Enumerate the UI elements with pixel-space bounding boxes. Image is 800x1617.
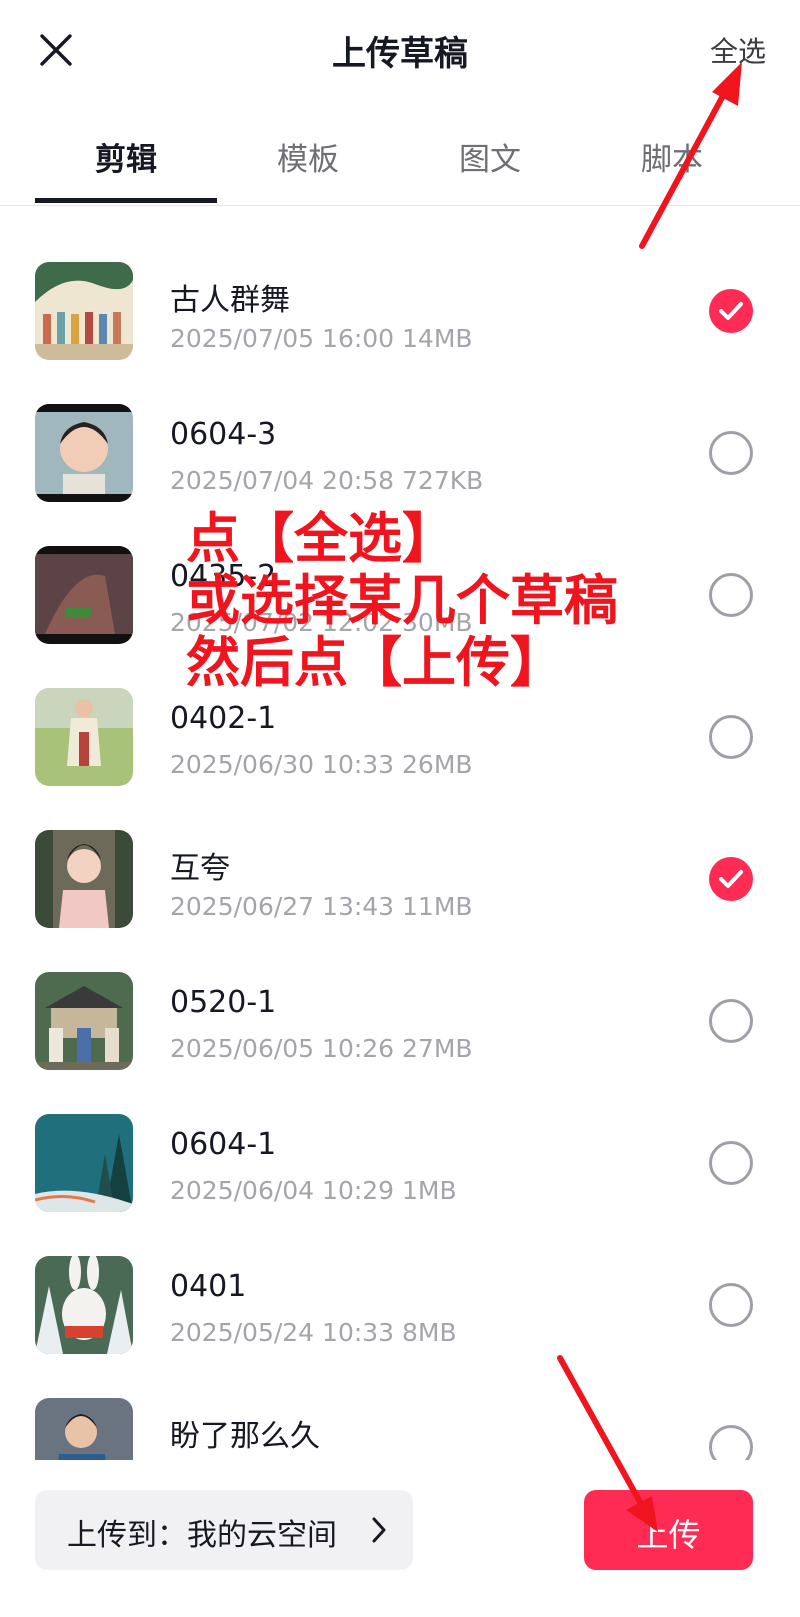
- draft-list: 古人群舞 2025/07/05 16:00 14MB 0604-3 2025/0…: [0, 212, 800, 1460]
- select-all-button[interactable]: 全选: [710, 30, 766, 70]
- upload-destination-button[interactable]: 上传到：我的云空间: [35, 1490, 413, 1570]
- select-checkbox[interactable]: [709, 1425, 753, 1460]
- draft-title: 0604-1: [170, 1127, 277, 1162]
- active-tab-indicator: [35, 198, 217, 203]
- select-checkbox[interactable]: [709, 857, 753, 901]
- draft-thumbnail: [35, 404, 133, 502]
- draft-title: 互夸: [170, 851, 230, 886]
- tab-template[interactable]: 模板: [217, 134, 399, 179]
- draft-title: 0520-1: [170, 985, 277, 1020]
- draft-thumbnail: [35, 1398, 133, 1460]
- draft-meta: 2025/06/30 10:33 26MB: [170, 750, 473, 779]
- draft-thumbnail: [35, 262, 133, 360]
- select-checkbox[interactable]: [709, 715, 753, 759]
- draft-thumbnail: [35, 688, 133, 786]
- draft-title: 0604-3: [170, 417, 277, 452]
- draft-thumbnail: [35, 1256, 133, 1354]
- top-bar: 上传草稿 全选: [0, 0, 800, 100]
- draft-thumbnail: [35, 546, 133, 644]
- close-icon: [40, 34, 72, 66]
- draft-title: 0401: [170, 1269, 247, 1304]
- draft-item[interactable]: 0604-1 2025/06/04 10:29 1MB: [0, 1064, 800, 1212]
- draft-meta: 2025/06/04 10:29 1MB: [170, 1176, 457, 1205]
- page-title: 上传草稿: [332, 34, 468, 74]
- draft-title: 0435-2: [170, 559, 277, 594]
- draft-item[interactable]: 盼了那么久: [0, 1348, 800, 1460]
- checkmark-icon: [719, 870, 743, 888]
- tab-edit[interactable]: 剪辑: [35, 134, 217, 179]
- draft-meta: 2025/06/27 13:43 11MB: [170, 892, 473, 921]
- draft-item[interactable]: 0604-3 2025/07/04 20:58 727KB: [0, 354, 800, 502]
- select-checkbox[interactable]: [709, 1283, 753, 1327]
- draft-title: 古人群舞: [170, 283, 290, 318]
- draft-type-tabs: 剪辑 模板 图文 脚本: [0, 110, 800, 206]
- upload-button-label: 上传: [636, 1516, 701, 1554]
- checkmark-icon: [719, 302, 743, 320]
- close-button[interactable]: [30, 24, 82, 76]
- draft-meta: 2025/05/24 10:33 8MB: [170, 1318, 457, 1347]
- draft-item[interactable]: 0402-1 2025/06/30 10:33 26MB: [0, 638, 800, 786]
- draft-thumbnail: [35, 830, 133, 928]
- select-checkbox[interactable]: [709, 431, 753, 475]
- draft-item[interactable]: 0435-2 2025/07/02 12:02 30MB: [0, 496, 800, 644]
- draft-meta: 2025/06/05 10:26 27MB: [170, 1034, 473, 1063]
- select-checkbox[interactable]: [709, 1141, 753, 1185]
- select-checkbox[interactable]: [709, 289, 753, 333]
- select-checkbox[interactable]: [709, 999, 753, 1043]
- draft-item[interactable]: 0401 2025/05/24 10:33 8MB: [0, 1206, 800, 1354]
- draft-item[interactable]: 0520-1 2025/06/05 10:26 27MB: [0, 922, 800, 1070]
- draft-thumbnail: [35, 1114, 133, 1212]
- draft-meta: 2025/07/02 12:02 30MB: [170, 608, 473, 637]
- select-checkbox[interactable]: [709, 573, 753, 617]
- upload-button[interactable]: 上传: [584, 1490, 753, 1570]
- tab-script[interactable]: 脚本: [581, 134, 763, 179]
- chevron-right-icon: [372, 1517, 386, 1543]
- draft-title: 盼了那么久: [170, 1419, 320, 1454]
- tab-image-text[interactable]: 图文: [399, 134, 581, 179]
- draft-meta: 2025/07/04 20:58 727KB: [170, 466, 484, 495]
- draft-item[interactable]: 古人群舞 2025/07/05 16:00 14MB: [0, 212, 800, 360]
- draft-thumbnail: [35, 972, 133, 1070]
- draft-title: 0402-1: [170, 701, 277, 736]
- upload-destination-label: 上传到：我的云空间: [67, 1518, 337, 1553]
- draft-meta: 2025/07/05 16:00 14MB: [170, 324, 473, 353]
- draft-item[interactable]: 互夸 2025/06/27 13:43 11MB: [0, 780, 800, 928]
